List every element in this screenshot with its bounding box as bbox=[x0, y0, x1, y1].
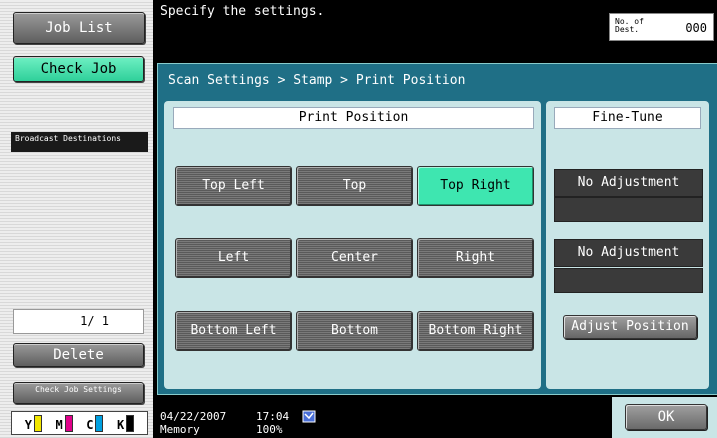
toner-m-bar bbox=[64, 414, 73, 432]
fine-tune-horizontal-display: No Adjustment bbox=[554, 169, 703, 197]
position-bottom-left-button[interactable]: Bottom Left bbox=[175, 311, 292, 351]
dest-count-label: No. of Dest. bbox=[615, 17, 644, 34]
network-icon bbox=[302, 410, 316, 423]
toner-y-bar bbox=[33, 414, 42, 432]
fine-tune-vertical-value bbox=[554, 268, 703, 293]
page-indicator: 1/ 1 bbox=[13, 309, 144, 334]
check-job-settings-label: Check Job Settings bbox=[35, 385, 122, 394]
position-right-button[interactable]: Right bbox=[417, 238, 534, 278]
check-job-button[interactable]: Check Job bbox=[13, 56, 144, 82]
toner-c-bar bbox=[95, 414, 104, 432]
ok-button[interactable]: OK bbox=[625, 404, 707, 430]
print-position-header: Print Position bbox=[173, 107, 534, 129]
position-left-button[interactable]: Left bbox=[175, 238, 292, 278]
job-list-button[interactable]: Job List bbox=[13, 12, 145, 44]
position-top-left-button[interactable]: Top Left bbox=[175, 166, 292, 206]
toner-m: M bbox=[56, 414, 73, 432]
fine-tune-header: Fine-Tune bbox=[554, 107, 701, 129]
broadcast-destinations-label: Broadcast Destinations bbox=[11, 132, 148, 152]
position-top-right-button[interactable]: Top Right bbox=[417, 166, 534, 206]
time-display: 17:04 bbox=[256, 410, 290, 423]
memory-label: Memory bbox=[160, 423, 200, 436]
sidebar: Job List Check Job Broadcast Destination… bbox=[0, 0, 153, 438]
position-center-button[interactable]: Center bbox=[296, 238, 413, 278]
breadcrumb: Scan Settings > Stamp > Print Position bbox=[168, 73, 466, 88]
toner-k-bar bbox=[126, 414, 135, 432]
delete-label: Delete bbox=[53, 347, 104, 363]
toner-k: K bbox=[117, 414, 135, 432]
position-top-button[interactable]: Top bbox=[296, 166, 413, 206]
delete-button[interactable]: Delete bbox=[13, 343, 144, 367]
fine-tune-horizontal-value bbox=[554, 197, 703, 222]
toner-levels: Y M C K bbox=[11, 411, 148, 435]
memory-value: 100% bbox=[256, 423, 283, 436]
fine-tune-vertical-display: No Adjustment bbox=[554, 239, 703, 267]
status-message: Specify the settings. bbox=[160, 4, 325, 19]
check-job-label: Check Job bbox=[40, 61, 117, 77]
position-bottom-right-button[interactable]: Bottom Right bbox=[417, 311, 534, 351]
check-job-settings-button[interactable]: Check Job Settings bbox=[13, 382, 144, 404]
toner-y: Y bbox=[25, 414, 42, 432]
screen: Job List Check Job Broadcast Destination… bbox=[0, 0, 717, 438]
position-bottom-button[interactable]: Bottom bbox=[296, 311, 413, 351]
destination-count-box: No. of Dest. 000 bbox=[609, 13, 714, 41]
date-display: 04/22/2007 bbox=[160, 410, 227, 423]
adjust-position-button[interactable]: Adjust Position bbox=[563, 315, 697, 339]
job-list-label: Job List bbox=[45, 20, 113, 36]
dest-count-value: 000 bbox=[685, 21, 707, 35]
toner-c: C bbox=[86, 414, 104, 432]
